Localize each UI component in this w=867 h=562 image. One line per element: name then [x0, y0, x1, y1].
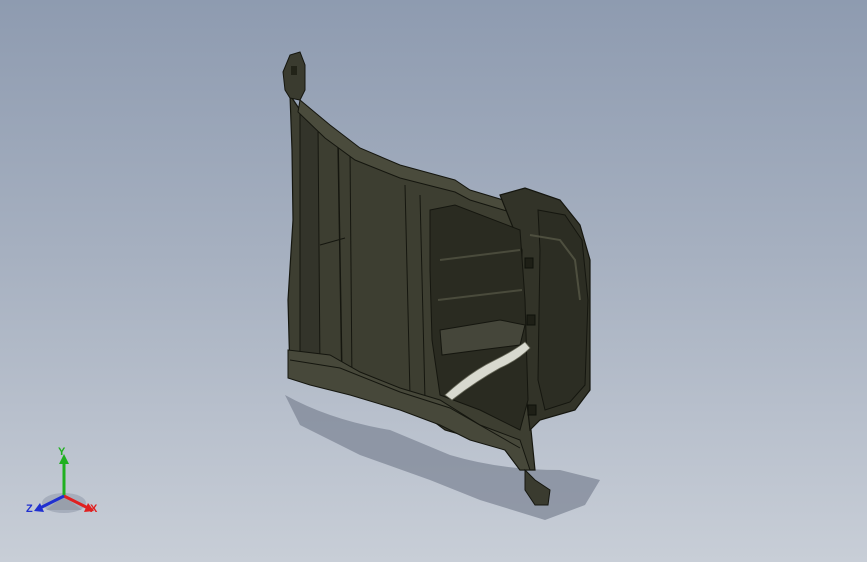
left-ridge	[299, 108, 321, 376]
side-clip-3	[527, 404, 537, 416]
graphics-viewport[interactable]: X Y Z	[0, 0, 867, 562]
box-front-face	[537, 209, 589, 411]
axis-y-label: Y	[58, 446, 66, 458]
side-clip-1	[524, 257, 534, 269]
mount-clip-top	[282, 51, 306, 101]
axis-z-label: Z	[26, 503, 33, 515]
cavity	[429, 204, 529, 431]
part-model[interactable]	[0, 0, 867, 562]
orientation-triad[interactable]: X Y Z	[26, 446, 106, 523]
axis-x-label: X	[90, 503, 98, 515]
mount-clip-hole	[291, 66, 297, 75]
side-clip-2	[526, 314, 536, 326]
